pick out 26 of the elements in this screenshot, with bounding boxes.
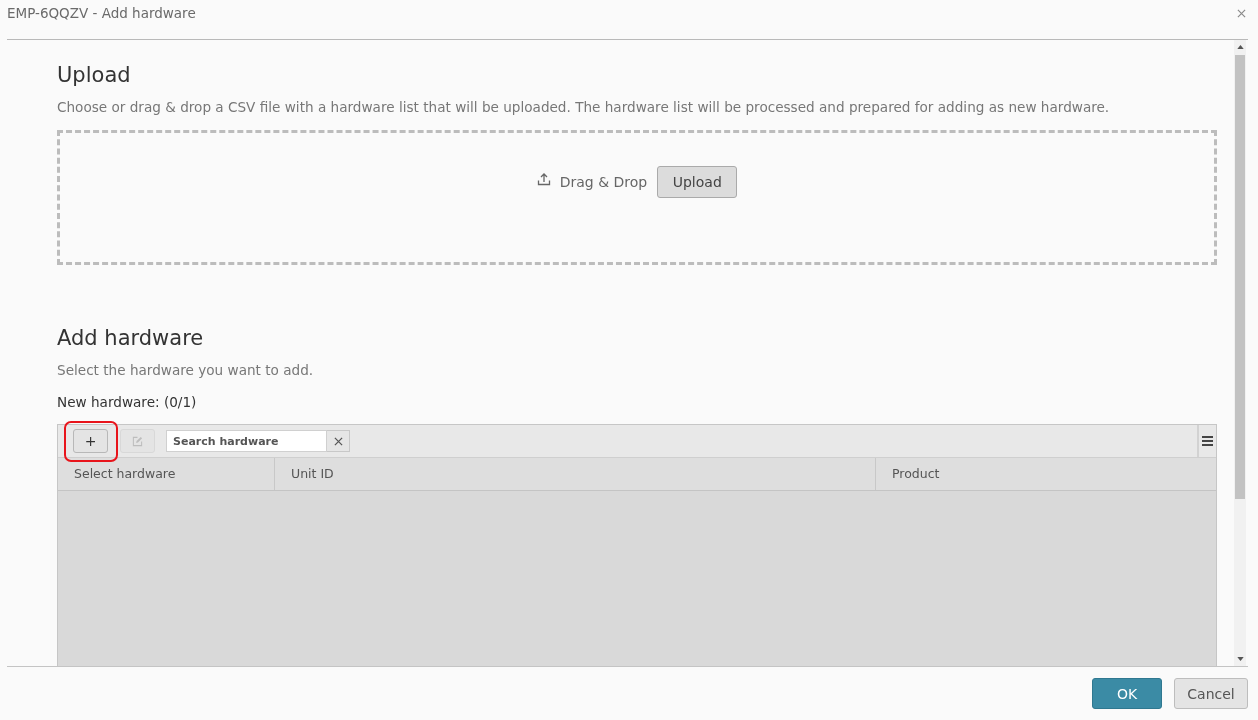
- search-field[interactable]: Search hardware: [166, 430, 327, 452]
- count-label: New hardware: (0/1): [57, 393, 198, 411]
- clear-icon: [333, 436, 343, 446]
- scrollbar-thumb[interactable]: [1235, 55, 1245, 499]
- clear-search-button[interactable]: [327, 430, 350, 452]
- upload-icon: [536, 172, 551, 186]
- scroll-up-icon[interactable]: [1236, 45, 1244, 49]
- scrollbar-track[interactable]: [1234, 40, 1246, 666]
- edit-icon: [132, 435, 143, 447]
- column-header[interactable]: Select hardware: [58, 458, 275, 490]
- section-description: Choose or drag & drop a CSV file with a hardware list that will be uploaded. The hardware list will be processed and prepared for adding as new hardware.: [57, 98, 1111, 116]
- section-heading: Upload: [57, 62, 132, 89]
- drop-zone[interactable]: Drag & Drop Upload: [57, 130, 1217, 265]
- cancel-button[interactable]: Cancel: [1174, 678, 1248, 709]
- add-button[interactable]: +: [73, 429, 108, 453]
- scroll-down-icon[interactable]: [1236, 657, 1244, 661]
- window-title: EMP-6QQZV - Add hardware: [7, 4, 196, 22]
- section-heading: Add hardware: [57, 325, 205, 352]
- close-icon[interactable]: [1237, 9, 1246, 18]
- ok-button[interactable]: OK: [1092, 678, 1162, 709]
- menu-icon: [1202, 436, 1213, 446]
- section-description: Select the hardware you want to add.: [57, 361, 315, 379]
- column-header[interactable]: Unit ID: [275, 458, 876, 490]
- column-header[interactable]: Product: [876, 458, 1216, 490]
- drop-label: Drag & Drop: [559, 173, 648, 192]
- upload-button[interactable]: Upload: [657, 166, 738, 198]
